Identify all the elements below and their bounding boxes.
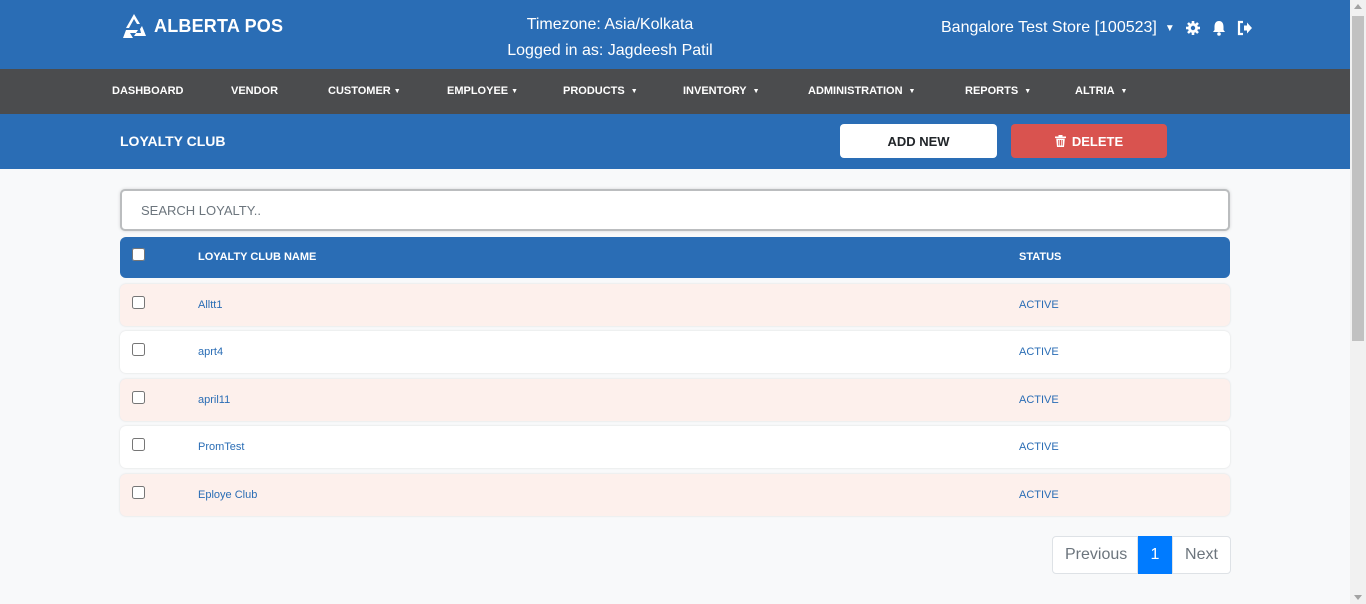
status-text: ACTIVE [1019,299,1059,311]
loyalty-club-name[interactable]: PromTest [198,441,244,453]
loyalty-club-name[interactable]: april11 [198,394,230,406]
store-name: Bangalore Test Store [100523] [941,19,1157,36]
store-selector[interactable]: Bangalore Test Store [100523] ▼ [941,19,1253,37]
timezone-text: Timezone: Asia/Kolkata [526,16,694,33]
select-all-checkbox[interactable] [132,248,145,261]
page-title: LOYALTY CLUB [120,133,226,149]
main-nav: DASHBOARD VENDOR CUSTOMER ▼ EMPLOYEE ▼ PRO… [0,69,1350,114]
caret-down-icon: ▼ [1024,88,1032,95]
row-checkbox[interactable] [132,296,145,309]
loyalty-club-name[interactable]: aprt4 [198,346,223,358]
caret-down-icon: ▼ [908,88,916,95]
column-header-status[interactable]: STATUS [1019,251,1061,263]
nav-label: REPORTS [965,85,1019,97]
nav-reports[interactable]: REPORTS ▼ [965,69,1031,114]
next-page-button[interactable]: Next [1172,536,1231,574]
nav-label: PRODUCTS [563,85,625,97]
table-header: LOYALTY CLUB NAME STATUS [120,237,1230,278]
nav-administration[interactable]: ADMINISTRATION ▼ [808,69,915,114]
row-checkbox[interactable] [132,343,145,356]
row-checkbox[interactable] [132,486,145,499]
session-info: Timezone: Asia/Kolkata Logged in as: Jag… [470,12,750,64]
previous-page-button[interactable]: Previous [1052,536,1138,574]
scroll-down-arrow-icon[interactable] [1354,595,1362,600]
nav-vendor[interactable]: VENDOR [231,69,278,114]
gear-icon[interactable] [1185,20,1201,36]
caret-down-icon: ▼ [752,88,760,95]
table-row[interactable]: Eploye Club ACTIVE [120,474,1230,516]
pagination: Previous 1 Next [1052,536,1231,574]
nav-label: VENDOR [231,85,279,97]
nav-label: ALTRIA [1075,85,1115,97]
logout-icon[interactable] [1237,20,1253,36]
caret-down-icon: ▼ [1120,88,1128,95]
nav-label: EMPLOYEE [447,85,509,97]
delete-button[interactable]: DELETE [1011,124,1167,158]
table-row[interactable]: aprt4 ACTIVE [120,331,1230,373]
nav-label: DASHBOARD [112,85,184,97]
nav-label: ADMINISTRATION [808,85,903,97]
loyalty-club-name[interactable]: Eploye Club [198,489,257,501]
add-new-button[interactable]: ADD NEW [840,124,997,158]
nav-dashboard[interactable]: DASHBOARD [112,69,184,114]
delete-label: DELETE [1071,133,1124,149]
row-checkbox[interactable] [132,438,145,451]
table-row[interactable]: PromTest ACTIVE [120,426,1230,468]
nav-inventory[interactable]: INVENTORY ▼ [683,69,760,114]
status-text: ACTIVE [1019,394,1059,406]
nav-altria[interactable]: ALTRIA ▼ [1075,69,1127,114]
loyalty-club-name[interactable]: Alltt1 [198,299,222,311]
nav-label: CUSTOMER [328,85,391,97]
status-text: ACTIVE [1019,489,1059,501]
row-checkbox[interactable] [132,391,145,404]
trash-icon [1054,135,1066,147]
add-new-label: ADD NEW [887,133,950,149]
caret-down-icon: ▼ [630,88,638,95]
nav-employee[interactable]: EMPLOYEE ▼ [447,69,518,114]
table-row[interactable]: Alltt1 ACTIVE [120,284,1230,326]
status-text: ACTIVE [1019,441,1059,453]
page-1-button[interactable]: 1 [1138,536,1172,574]
table-row[interactable]: april11 ACTIVE [120,379,1230,421]
nav-customer[interactable]: CUSTOMER ▼ [328,69,401,114]
nav-products[interactable]: PRODUCTS ▼ [563,69,638,114]
column-header-name[interactable]: LOYALTY CLUB NAME [198,251,316,263]
search-input[interactable] [120,189,1230,231]
status-text: ACTIVE [1019,346,1059,358]
vertical-scrollbar[interactable] [1350,0,1366,604]
brand[interactable]: ALBERTA POS [120,12,283,40]
caret-down-icon: ▼ [393,88,401,95]
caret-down-icon: ▼ [511,88,519,95]
brand-name: ALBERTA POS [154,15,284,36]
scroll-up-arrow-icon[interactable] [1354,4,1362,9]
nav-label: INVENTORY [683,85,747,97]
bell-icon[interactable] [1211,20,1227,36]
logged-in-text: Logged in as: Jagdeesh Patil [507,42,713,59]
top-header: ALBERTA POS Timezone: Asia/Kolkata Logge… [0,0,1350,69]
page-header: LOYALTY CLUB ADD NEW DELETE [0,114,1350,169]
scroll-thumb[interactable] [1352,16,1364,341]
alberta-logo-icon [123,14,146,38]
caret-down-icon[interactable]: ▼ [1165,23,1175,34]
